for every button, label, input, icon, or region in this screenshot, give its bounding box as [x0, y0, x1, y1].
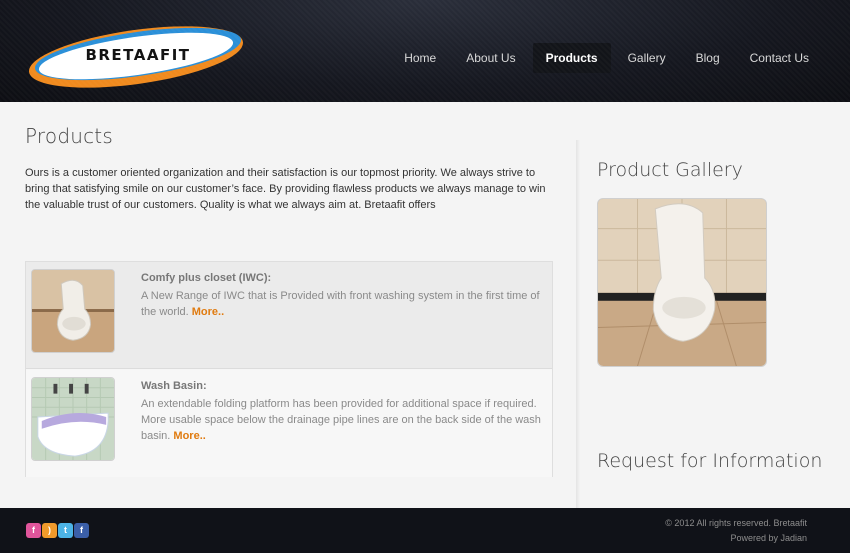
product-name: Comfy plus closet (IWC):: [141, 272, 272, 284]
product-description: A New Range of IWC that is Provided with…: [141, 288, 541, 320]
site-header: BRETAAFIT Home About Us Products Gallery…: [0, 0, 850, 102]
product-name: Wash Basin:: [141, 380, 207, 392]
nav-gallery[interactable]: Gallery: [615, 43, 679, 73]
logo[interactable]: BRETAAFIT: [25, 26, 247, 88]
toilet-image-icon: [32, 270, 114, 352]
logo-text: BRETAAFIT: [85, 46, 191, 64]
product-thumbnail-wash-basin[interactable]: [31, 377, 115, 461]
product-item: Comfy plus closet (IWC): A New Range of …: [26, 262, 552, 369]
facebook-icon[interactable]: f: [74, 523, 89, 538]
product-description: An extendable folding platform has been …: [141, 396, 541, 444]
request-information-title: Request for Information: [597, 450, 823, 472]
nav-home[interactable]: Home: [391, 43, 449, 73]
product-thumbnail-closet[interactable]: [31, 269, 115, 353]
footer-credits: © 2012 All rights reserved. Bretaafit Po…: [665, 516, 807, 546]
more-link[interactable]: More..: [192, 306, 224, 318]
twitter-icon[interactable]: t: [58, 523, 73, 538]
product-list: Comfy plus closet (IWC): A New Range of …: [25, 261, 553, 477]
nav-contact-us[interactable]: Contact Us: [737, 43, 822, 73]
wash-basin-image-icon: [32, 378, 114, 460]
page-title: Products: [25, 124, 113, 148]
column-divider: [576, 140, 580, 508]
nav-about-us[interactable]: About Us: [453, 43, 528, 73]
product-gallery-title: Product Gallery: [597, 159, 743, 181]
flickr-icon[interactable]: f: [26, 523, 41, 538]
nav-blog[interactable]: Blog: [683, 43, 733, 73]
copyright-text: © 2012 All rights reserved. Bretaafit: [665, 518, 807, 528]
gallery-toilet-image-icon: [598, 199, 766, 366]
product-item: Wash Basin: An extendable folding platfo…: [26, 370, 552, 477]
nav-products[interactable]: Products: [532, 43, 611, 73]
main-nav: Home About Us Products Gallery Blog Cont…: [391, 43, 822, 73]
rss-icon[interactable]: ): [42, 523, 57, 538]
powered-by-text[interactable]: Powered by Jadian: [665, 531, 807, 546]
main-area: Products Ours is a customer oriented org…: [0, 102, 850, 508]
intro-paragraph: Ours is a customer oriented organization…: [25, 167, 546, 211]
social-links: f ) t f: [26, 523, 90, 538]
site-footer: f ) t f © 2012 All rights reserved. Bret…: [0, 508, 850, 553]
product-gallery-image[interactable]: [597, 198, 767, 367]
more-link[interactable]: More..: [173, 430, 205, 442]
